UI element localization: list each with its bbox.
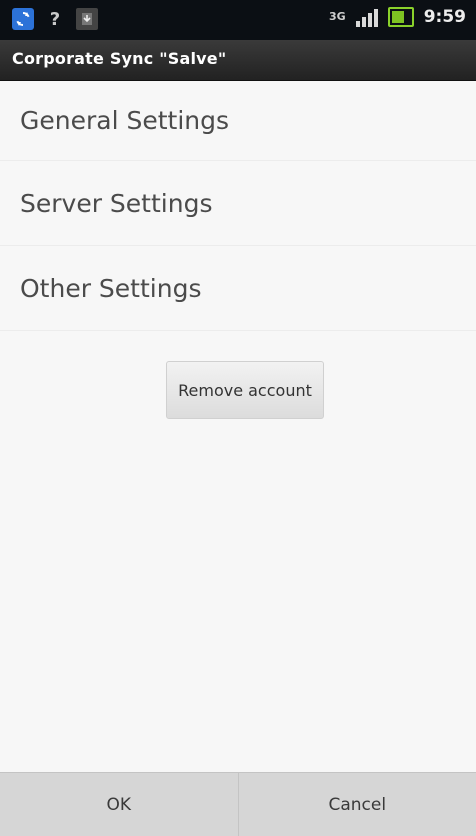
title-bar: Corporate Sync "Salve" [0, 40, 476, 81]
signal-icon [356, 7, 378, 27]
sync-icon [12, 8, 34, 30]
bottom-action-bar: OK Cancel [0, 772, 476, 836]
list-item-server-settings[interactable]: Server Settings [0, 161, 476, 246]
cancel-button[interactable]: Cancel [239, 773, 476, 836]
list-item-general-settings[interactable]: General Settings [0, 80, 476, 161]
status-time: 9:59 [424, 7, 466, 27]
battery-icon [388, 7, 414, 27]
settings-list: General Settings Server Settings Other S… [0, 80, 476, 331]
page-title: Corporate Sync "Salve" [12, 49, 226, 68]
status-bar: ? 3G 9:59 [0, 0, 476, 40]
download-icon [76, 8, 98, 30]
remove-account-button[interactable]: Remove account [166, 361, 324, 419]
ok-button[interactable]: OK [0, 773, 238, 836]
list-item-label: General Settings [20, 106, 229, 135]
status-right-icons: 3G 9:59 [329, 7, 466, 27]
status-left-icons: ? [12, 8, 98, 30]
list-item-label: Server Settings [20, 189, 212, 218]
network-icon: 3G [329, 12, 346, 22]
question-icon: ? [44, 8, 66, 30]
list-item-other-settings[interactable]: Other Settings [0, 246, 476, 331]
list-item-label: Other Settings [20, 274, 201, 303]
